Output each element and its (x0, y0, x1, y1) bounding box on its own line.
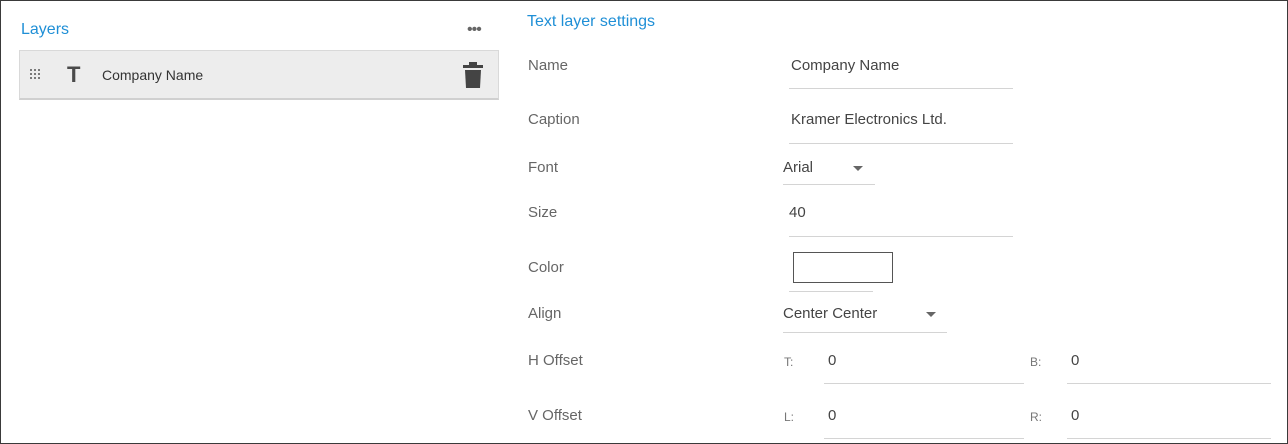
name-field-value: Company Name (791, 57, 900, 74)
size-label: Size (528, 204, 558, 221)
size-field-value: 40 (789, 204, 806, 221)
drag-handle-icon[interactable] (30, 69, 41, 80)
font-select-value: Arial (783, 159, 814, 176)
name-label: Name (528, 57, 569, 74)
caption-field[interactable]: Kramer Electronics Ltd. (789, 111, 1013, 144)
color-field-underline (789, 291, 873, 292)
layers-title: Layers (21, 21, 70, 38)
color-swatch[interactable] (793, 252, 893, 283)
chevron-down-icon (853, 166, 863, 171)
caption-label: Caption (528, 111, 580, 128)
v-offset-r-field[interactable]: 0 (1067, 407, 1271, 439)
color-label: Color (528, 259, 564, 276)
settings-title: Text layer settings (527, 13, 656, 30)
align-label: Align (528, 305, 562, 322)
h-offset-t-label: T: (784, 355, 794, 369)
v-offset-l-label: L: (784, 410, 795, 424)
layer-item[interactable]: T Company Name (19, 50, 499, 100)
h-offset-b-field[interactable]: 0 (1067, 352, 1271, 384)
v-offset-l-value: 0 (828, 407, 837, 424)
name-field[interactable]: Company Name (789, 57, 1013, 89)
font-label: Font (528, 159, 559, 176)
v-offset-r-label: R: (1030, 410, 1042, 424)
h-offset-t-value: 0 (828, 352, 837, 369)
v-offset-r-value: 0 (1071, 407, 1080, 424)
size-field[interactable]: 40 (789, 204, 1013, 237)
more-horizontal-icon[interactable]: ••• (467, 22, 482, 38)
trash-icon[interactable] (463, 62, 483, 88)
v-offset-label: V Offset (528, 407, 582, 424)
font-select[interactable]: Arial (783, 159, 875, 185)
align-select-value: Center Center (783, 305, 878, 322)
caption-field-value: Kramer Electronics Ltd. (791, 111, 947, 128)
v-offset-l-field[interactable]: 0 (824, 407, 1024, 439)
layer-name: Company Name (102, 67, 204, 83)
h-offset-t-field[interactable]: 0 (824, 352, 1024, 384)
h-offset-b-label: B: (1030, 355, 1042, 369)
text-type-icon: T (67, 62, 81, 87)
chevron-down-icon (926, 312, 936, 317)
h-offset-b-value: 0 (1071, 352, 1080, 369)
h-offset-label: H Offset (528, 352, 583, 369)
editor-frame: Layers ••• T Company Name Text layer set… (0, 0, 1288, 444)
align-select[interactable]: Center Center (783, 305, 947, 333)
